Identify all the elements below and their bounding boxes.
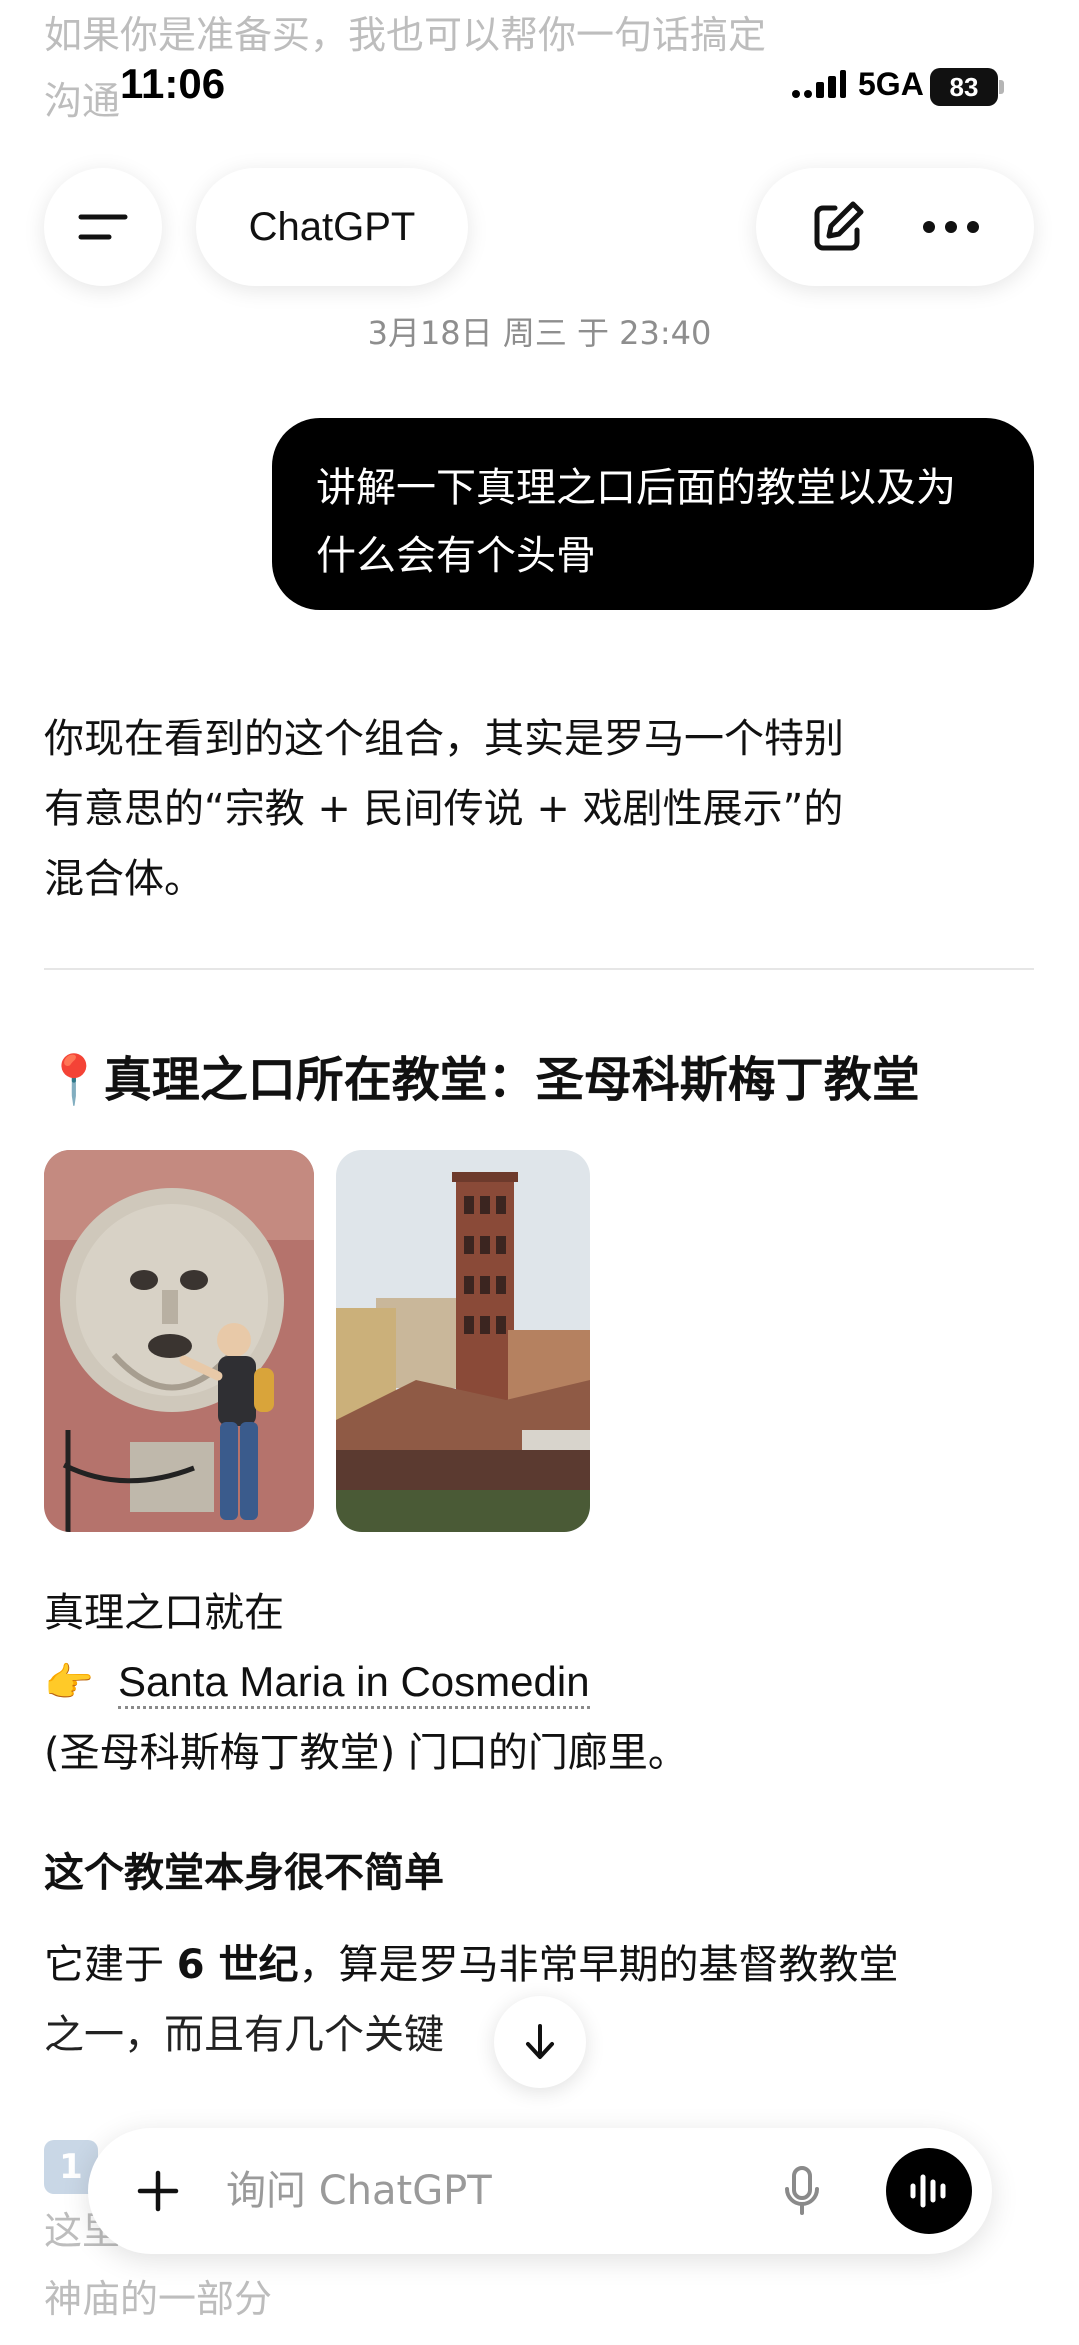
pin-icon: 📍 — [44, 1052, 104, 1108]
new-chat-icon[interactable] — [809, 198, 867, 256]
voice-mode-button[interactable] — [886, 2148, 972, 2234]
message-input[interactable] — [226, 2158, 746, 2224]
more-icon[interactable] — [921, 219, 981, 235]
assistant-intro: 你现在看到的这个组合，其实是罗马一个特别 有意思的“宗教 + 民间传说 + 戏剧… — [44, 704, 1034, 914]
intro-line: 混合体。 — [44, 856, 204, 902]
section-heading-text: 真理之口所在教堂：圣母科斯梅丁教堂 — [103, 1052, 920, 1108]
battery-icon: 83 — [930, 68, 1004, 106]
signal-icon — [792, 70, 846, 98]
previous-message-line: 如果你是准备买，我也可以帮你一句话搞定 — [44, 13, 767, 57]
description-segment: ，算是罗马非常早期的基督教教堂 — [298, 1942, 899, 1988]
plus-icon — [137, 2170, 179, 2212]
menu-button[interactable] — [44, 168, 162, 286]
intro-line: 有意思的“宗教 + 民间传说 + 戏剧性展示”的 — [44, 786, 844, 832]
church-link[interactable]: Santa Maria in Cosmedin — [118, 1658, 590, 1709]
description-segment: 它建于 — [44, 1942, 177, 1988]
church-image[interactable] — [336, 1150, 590, 1532]
mic-button[interactable] — [772, 2161, 832, 2221]
scroll-down-button[interactable] — [494, 1996, 586, 2088]
location-text: (圣母科斯梅丁教堂) 门口的门廊里。 — [44, 1730, 688, 1776]
model-selector[interactable]: ChatGPT — [196, 168, 468, 286]
mouth-of-truth-picture — [44, 1150, 314, 1532]
faded-text: 神庙的一部分 — [44, 2277, 273, 2321]
message-timestamp: 3月18日 周三 于 23:40 — [367, 314, 712, 352]
intro-line: 你现在看到的这个组合，其实是罗马一个特别 — [44, 716, 844, 762]
menu-icon — [78, 214, 128, 240]
battery-level: 83 — [930, 68, 998, 106]
previous-message-text: 沟通 — [44, 79, 121, 123]
description-text: 之一，而且有几个关键 — [44, 2012, 444, 2058]
divider — [44, 968, 1034, 970]
location-text: 真理之口就在 — [44, 1590, 284, 1636]
section-heading: 📍真理之口所在教堂：圣母科斯梅丁教堂 — [44, 1040, 920, 1110]
network-label: 5GA — [858, 66, 924, 102]
waveform-icon — [910, 2174, 946, 2208]
sub-heading: 这个教堂本身很不简单 — [44, 1850, 444, 1896]
description-emphasis: 6 世纪 — [176, 1942, 299, 1988]
arrow-down-icon — [526, 2024, 554, 2059]
battery-tip — [999, 80, 1004, 94]
mouth-of-truth-image[interactable] — [44, 1150, 314, 1532]
header-actions — [756, 168, 1034, 286]
pointing-hand-icon: 👉 — [44, 1660, 94, 1706]
add-attachment-button[interactable] — [128, 2161, 188, 2221]
composer-bar — [88, 2128, 992, 2254]
previous-message-line: 沟通 — [44, 70, 120, 132]
church-picture — [336, 1150, 590, 1532]
description-text: 它建于 6 世纪，算是罗马非常早期的基督教教堂 — [44, 1930, 898, 2000]
status-time: 11:06 — [120, 60, 226, 107]
user-message-bubble[interactable]: 讲解一下真理之口后面的教堂以及为什么会有个头骨 — [272, 418, 1034, 610]
microphone-icon — [785, 2166, 819, 2215]
location-link-row: 👉 Santa Maria in Cosmedin — [44, 1648, 590, 1718]
